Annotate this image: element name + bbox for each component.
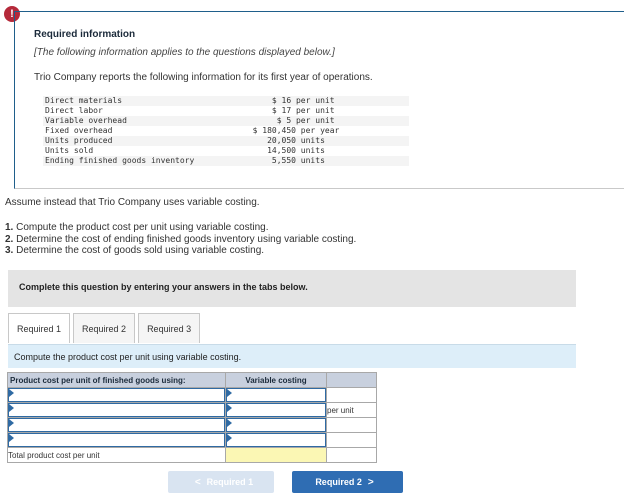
previous-required-button[interactable]: < Required 1 — [168, 471, 274, 493]
grid-blank-cell — [326, 432, 377, 448]
grid-row — [7, 417, 377, 433]
tab-required-2[interactable]: Required 2 — [73, 313, 136, 343]
data-value: $ 180,450 per year — [243, 126, 340, 135]
task-item: 2. Determine the cost of ending finished… — [5, 234, 356, 246]
next-required-button[interactable]: Required 2 > — [292, 471, 403, 493]
data-label: Direct materials — [45, 96, 123, 105]
cost-data-table: Direct materials $ 16 per unit Direct la… — [43, 96, 409, 166]
grid-row: per unit — [7, 402, 377, 418]
data-row: Direct materials $ 16 per unit — [43, 96, 409, 106]
grid-blank-cell — [326, 447, 377, 463]
per-unit-label: per unit — [326, 402, 377, 418]
data-value: 5,550 units — [243, 156, 325, 165]
assumption-text: Assume instead that Trio Company uses va… — [5, 197, 260, 208]
required-tabs: Required 1 Required 2 Required 3 — [8, 313, 203, 343]
total-product-cost-label: Total product cost per unit — [7, 447, 226, 463]
data-value: $ 5 per unit — [243, 116, 335, 125]
data-row: Variable overhead $ 5 per unit — [43, 116, 409, 126]
data-label: Units produced — [45, 136, 113, 145]
data-row: Fixed overhead $ 180,450 per year — [43, 126, 409, 136]
cost-item-input[interactable] — [8, 418, 225, 432]
data-label: Fixed overhead — [45, 126, 113, 135]
data-row: Ending finished goods inventory 5,550 un… — [43, 156, 409, 166]
data-value: $ 16 per unit — [243, 96, 335, 105]
data-value: 20,050 units — [243, 136, 325, 145]
cost-item-input[interactable] — [8, 403, 225, 417]
info-note: [The following information applies to th… — [34, 47, 335, 58]
page: ! Required information [The following in… — [0, 0, 624, 495]
required-information-panel: Required information [The following info… — [14, 11, 624, 189]
cost-value-input[interactable] — [226, 433, 326, 447]
tab-instruction-text: Compute the product cost per unit using … — [14, 352, 242, 362]
grid-header-row: Product cost per unit of finished goods … — [7, 372, 377, 388]
grid-row — [7, 432, 377, 448]
info-intro: Trio Company reports the following infor… — [34, 72, 373, 83]
grid-row — [7, 387, 377, 403]
tab-required-1[interactable]: Required 1 — [8, 313, 71, 343]
data-label: Units sold — [45, 146, 94, 155]
cost-item-input[interactable] — [8, 388, 225, 402]
data-label: Ending finished goods inventory — [45, 156, 195, 165]
total-product-cost-value — [225, 447, 327, 463]
cost-value-input[interactable] — [226, 418, 326, 432]
task-text: Compute the product cost per unit using … — [16, 222, 269, 233]
data-row: Direct labor $ 17 per unit — [43, 106, 409, 116]
grid-blank-cell — [326, 417, 377, 433]
data-row: Units sold 14,500 units — [43, 146, 409, 156]
next-button-label: Required 2 — [315, 477, 362, 487]
grid-header-variable-costing: Variable costing — [225, 372, 327, 388]
data-value: 14,500 units — [243, 146, 325, 155]
data-label: Variable overhead — [45, 116, 127, 125]
previous-button-label: Required 1 — [206, 477, 254, 487]
data-value: $ 17 per unit — [243, 106, 335, 115]
task-list: 1. Compute the product cost per unit usi… — [5, 222, 356, 257]
complete-instructions-text: Complete this question by entering your … — [19, 282, 308, 292]
task-item: 3. Determine the cost of goods sold usin… — [5, 245, 356, 257]
info-title: Required information — [34, 29, 136, 40]
grid-blank-cell — [326, 387, 377, 403]
cost-item-input[interactable] — [8, 433, 225, 447]
chevron-right-icon: > — [367, 476, 374, 488]
tab-required-3[interactable]: Required 3 — [138, 313, 201, 343]
task-number: 1. — [5, 222, 14, 233]
cost-value-input[interactable] — [226, 388, 326, 402]
task-item: 1. Compute the product cost per unit usi… — [5, 222, 356, 234]
grid-total-row: Total product cost per unit — [7, 447, 377, 463]
data-row: Units produced 20,050 units — [43, 136, 409, 146]
data-label: Direct labor — [45, 106, 103, 115]
answer-grid: Product cost per unit of finished goods … — [7, 372, 377, 463]
chevron-left-icon: < — [194, 476, 201, 488]
grid-header-blank — [326, 372, 377, 388]
task-number: 3. — [5, 245, 14, 256]
task-number: 2. — [5, 233, 14, 245]
task-text: Determine the cost of ending finished go… — [16, 233, 357, 245]
task-text: Determine the cost of goods sold using v… — [16, 245, 265, 256]
complete-instructions-bar: Complete this question by entering your … — [8, 270, 576, 307]
tab-instruction-bar: Compute the product cost per unit using … — [8, 344, 576, 368]
grid-header-label: Product cost per unit of finished goods … — [7, 372, 226, 388]
cost-value-input[interactable] — [226, 403, 326, 417]
